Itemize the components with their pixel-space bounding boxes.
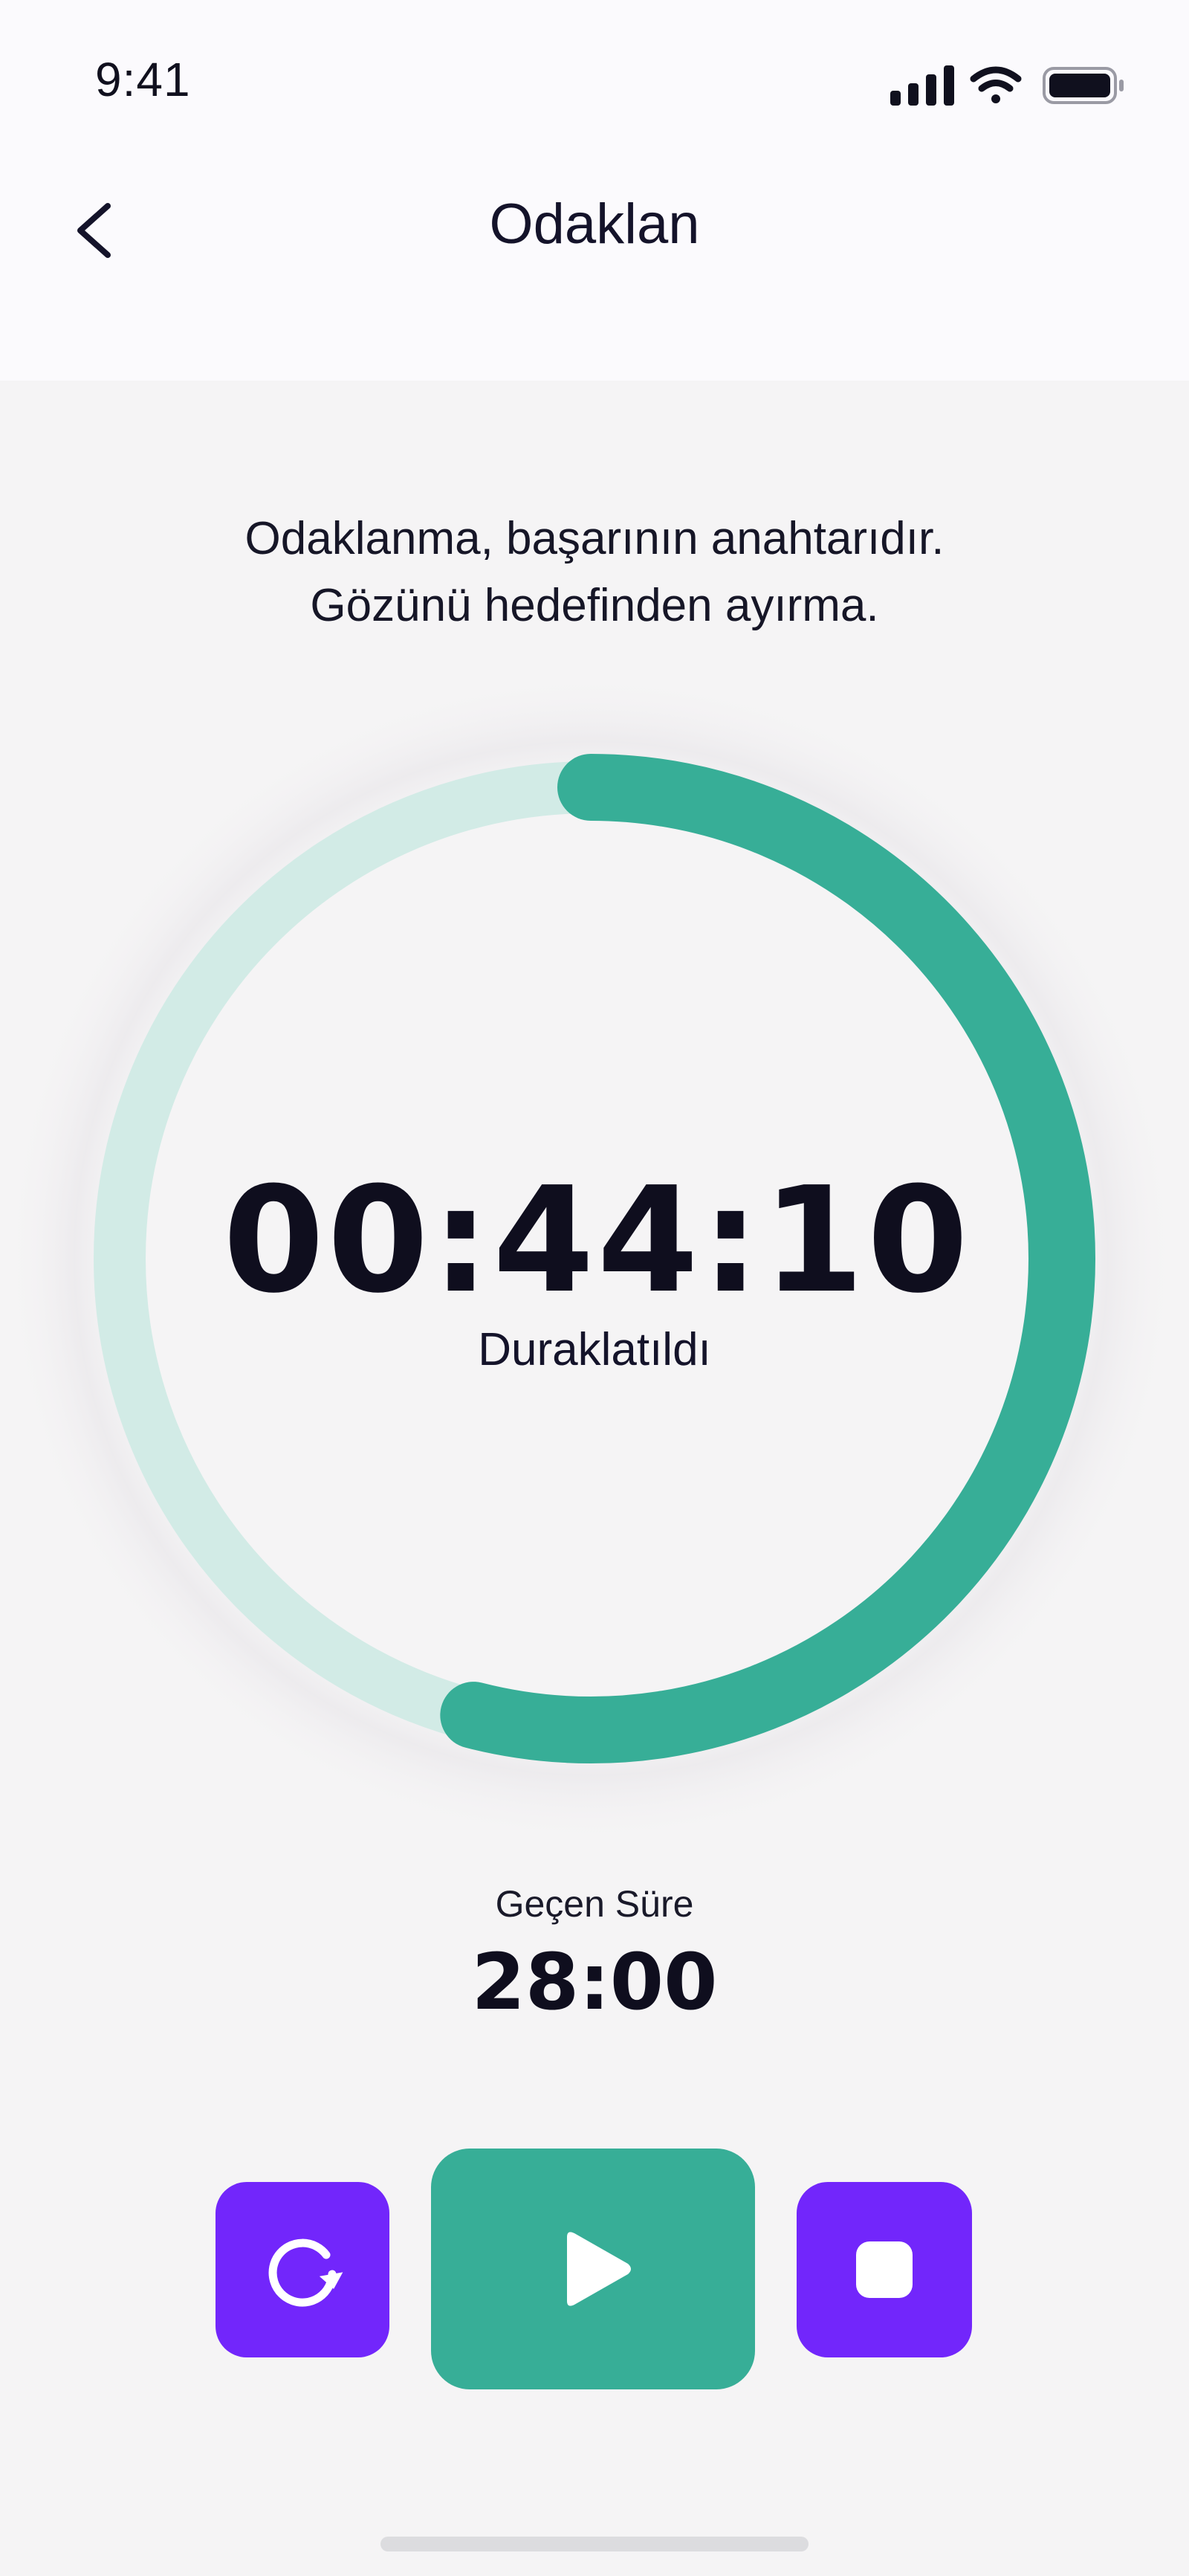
play-button[interactable]	[431, 2149, 755, 2389]
timer-status: Duraklatıldı	[478, 1324, 711, 1375]
battery-icon	[1043, 67, 1124, 104]
wifi-icon	[970, 66, 1022, 103]
elapsed-value: 28:00	[471, 1937, 718, 2027]
home-indicator	[380, 2537, 809, 2551]
reset-button[interactable]	[216, 2182, 389, 2357]
status-time: 9:41	[95, 53, 191, 106]
timer-display: 00:44:10	[223, 1156, 972, 1326]
quote-line-2: Gözünü hedefinden ayırma.	[310, 580, 879, 631]
quote-line-1: Odaklanma, başarının anahtarıdır.	[244, 513, 945, 564]
restart-icon	[268, 2238, 343, 2307]
stop-icon	[856, 2241, 913, 2298]
stop-button[interactable]	[797, 2182, 972, 2357]
page-title: Odaklan	[489, 193, 700, 256]
signal-icon	[890, 65, 954, 106]
elapsed-label: Geçen Süre	[495, 1883, 694, 1925]
motivational-quote: Odaklanma, başarının anahtarıdır. Gözünü…	[149, 506, 1040, 639]
status-icons	[890, 65, 1124, 106]
header: 9:41 Odaklan	[0, 0, 1189, 381]
play-icon	[567, 2232, 631, 2306]
